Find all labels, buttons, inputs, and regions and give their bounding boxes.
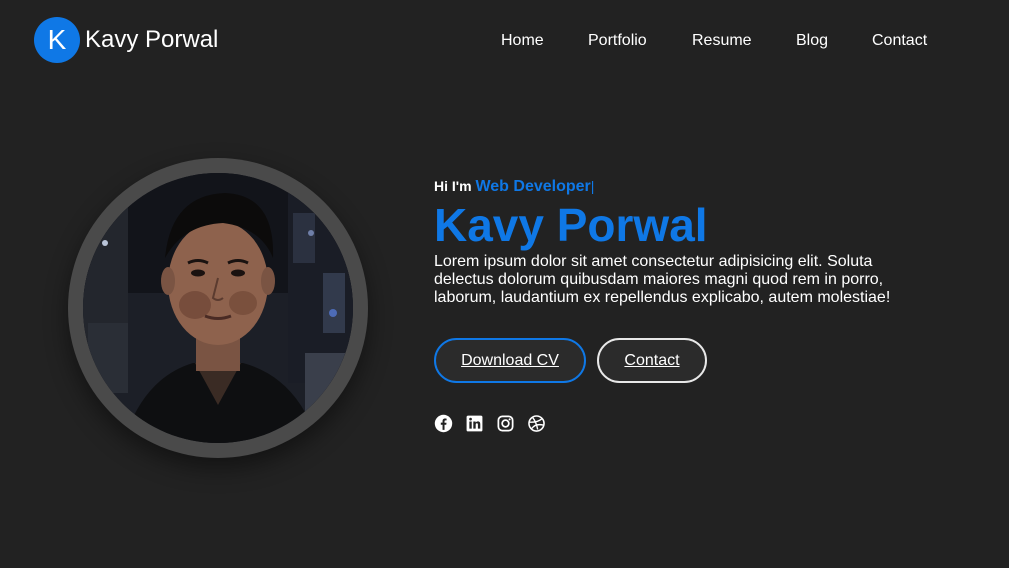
intro-line: Hi I'm Web Developer| (434, 178, 594, 196)
download-cv-button[interactable]: Download CV (434, 338, 586, 383)
dribbble-icon[interactable] (527, 414, 546, 433)
hero-name: Kavy Porwal (434, 199, 708, 251)
typing-caret: | (590, 178, 595, 194)
typed-role: Web Developer (475, 178, 591, 195)
social-links (434, 414, 546, 433)
hero-description: Lorem ipsum dolor sit amet consectetur a… (434, 253, 891, 306)
site-header: K Kavy Porwal Home Portfolio Resume Blog… (0, 0, 1009, 82)
profile-photo-frame (68, 158, 368, 458)
profile-photo (83, 173, 353, 443)
nav-home[interactable]: Home (501, 31, 544, 51)
nav-blog[interactable]: Blog (796, 31, 828, 51)
nav-resume[interactable]: Resume (692, 31, 752, 51)
greeting: Hi I'm (434, 178, 472, 194)
nav-portfolio[interactable]: Portfolio (588, 31, 647, 51)
nav-contact[interactable]: Contact (872, 31, 927, 51)
linkedin-icon[interactable] (465, 414, 484, 433)
contact-button[interactable]: Contact (597, 338, 707, 383)
main-nav: Home Portfolio Resume Blog Contact (0, 31, 1009, 51)
page: K Kavy Porwal Home Portfolio Resume Blog… (0, 0, 1009, 568)
facebook-icon[interactable] (434, 414, 453, 433)
instagram-icon[interactable] (496, 414, 515, 433)
hero-intro: Hi I'm Web Developer| (434, 178, 594, 196)
